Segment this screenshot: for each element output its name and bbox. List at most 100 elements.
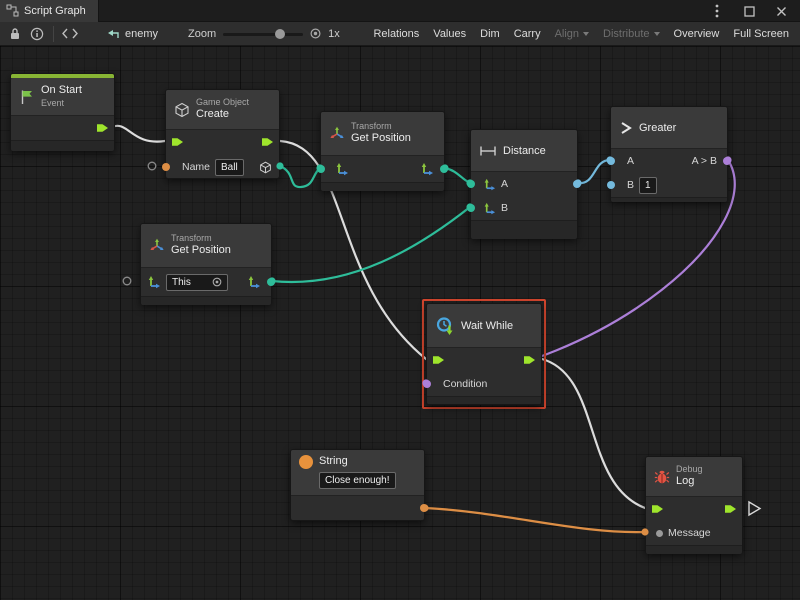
distance-a-port[interactable] <box>467 180 475 188</box>
port-label: A <box>501 178 508 190</box>
fullscreen-button[interactable]: Full Screen <box>726 22 796 46</box>
axis-icon <box>420 162 434 176</box>
flow-out-port[interactable] <box>724 504 737 515</box>
target-value: This <box>172 276 191 289</box>
name-input-port[interactable] <box>162 163 170 171</box>
node-title: Distance <box>503 145 546 157</box>
node-get-position-ball[interactable]: Transform Get Position <box>320 111 445 191</box>
node-title: Get Position <box>171 244 231 258</box>
script-graph-icon <box>6 4 19 17</box>
target-field[interactable]: This <box>166 274 228 291</box>
position-output-port[interactable] <box>440 165 448 173</box>
zoom-value: 1x <box>328 28 340 40</box>
node-category: Transform <box>171 233 231 244</box>
transform-icon <box>329 126 345 142</box>
result-label: A > B <box>692 155 717 167</box>
graph-breadcrumb[interactable]: enemy <box>107 28 158 40</box>
toolbar-separator <box>53 26 54 42</box>
align-button[interactable]: Align <box>548 22 596 46</box>
wire-create-to-getposition <box>280 166 320 187</box>
b-value-field[interactable]: 1 <box>639 177 657 194</box>
node-wait-while[interactable]: Wait While Condition <box>426 303 542 405</box>
node-category: Game Object <box>196 97 249 108</box>
position-output-port[interactable] <box>267 278 275 286</box>
node-greater[interactable]: Greater A A > B B 1 <box>610 106 728 202</box>
string-output-port[interactable] <box>420 504 428 512</box>
node-title: Log <box>676 475 703 489</box>
window-titlebar: Script Graph <box>0 0 800 22</box>
flow-out-port[interactable] <box>261 137 274 148</box>
wire-string-to-message <box>425 508 645 532</box>
dim-button[interactable]: Dim <box>473 22 507 46</box>
window-menu-icon[interactable] <box>706 0 728 22</box>
close-icon[interactable] <box>770 0 792 22</box>
carry-button[interactable]: Carry <box>507 22 548 46</box>
node-title: String <box>319 455 396 469</box>
node-footer <box>11 140 114 151</box>
condition-input-port[interactable] <box>423 380 431 388</box>
greater-b-port[interactable] <box>607 181 615 189</box>
name-value-field[interactable]: Ball <box>215 159 244 176</box>
overview-button[interactable]: Overview <box>667 22 727 46</box>
maximize-icon[interactable] <box>738 0 760 22</box>
zoom-slider-handle[interactable] <box>275 29 285 39</box>
lock-icon[interactable] <box>4 23 26 45</box>
object-picker-icon[interactable] <box>212 277 222 287</box>
node-subtitle: Event <box>41 98 82 109</box>
unconnected-port-indicator <box>123 277 131 285</box>
greater-output-port[interactable] <box>723 157 731 165</box>
flow-in-port[interactable] <box>171 137 184 148</box>
node-create-gameobject[interactable]: Game Object Create Name Ball <box>165 89 280 179</box>
node-on-start-event[interactable]: On Start Event <box>10 73 115 151</box>
node-category: Transform <box>351 121 411 132</box>
distance-output-port[interactable] <box>573 180 581 188</box>
tab-script-graph[interactable]: Script Graph <box>0 0 99 22</box>
zoom-slider[interactable] <box>223 28 303 40</box>
node-string-literal[interactable]: String Close enough! <box>290 449 425 521</box>
node-category: Debug <box>676 464 703 475</box>
node-debug-log[interactable]: Debug Log Message <box>645 456 743 554</box>
string-value-field[interactable]: Close enough! <box>319 472 396 489</box>
chevron-down-icon <box>654 32 660 36</box>
axis-icon <box>147 275 161 289</box>
zoom-slider-track <box>223 33 303 36</box>
code-icon[interactable] <box>59 23 81 45</box>
port-label: B <box>627 179 634 191</box>
port-label: A <box>627 155 634 167</box>
flow-out-port[interactable] <box>523 355 536 366</box>
values-button[interactable]: Values <box>426 22 473 46</box>
bug-icon <box>654 469 670 485</box>
node-distance[interactable]: Distance A B <box>470 129 578 239</box>
flow-in-port[interactable] <box>651 504 664 515</box>
port-label: Message <box>668 527 711 539</box>
unconnected-port-indicator <box>148 162 156 170</box>
relations-button[interactable]: Relations <box>366 22 426 46</box>
wire-wait-to-log <box>542 359 645 508</box>
flag-icon <box>19 89 35 105</box>
node-title: On Start <box>41 84 82 98</box>
message-input-port[interactable] <box>656 530 663 537</box>
node-footer <box>427 396 541 404</box>
flow-in-port[interactable] <box>432 355 445 366</box>
node-footer <box>471 220 577 239</box>
axis-icon <box>483 202 496 215</box>
distribute-button[interactable]: Distribute <box>596 22 666 46</box>
node-get-position-this[interactable]: Transform Get Position This <box>140 223 272 305</box>
greater-a-port[interactable] <box>607 157 615 165</box>
wire-getposition-to-distance-b <box>272 207 470 282</box>
info-icon[interactable] <box>26 23 48 45</box>
distance-b-port[interactable] <box>467 204 475 212</box>
chevron-down-icon <box>583 32 589 36</box>
graph-canvas[interactable]: On Start Event Game Object Create <box>0 46 800 600</box>
distance-icon <box>479 145 497 157</box>
flow-out-port[interactable] <box>96 123 109 134</box>
port-label: Condition <box>443 378 487 390</box>
gameobject-output-port[interactable] <box>259 161 272 174</box>
node-title: Wait While <box>461 320 513 332</box>
node-title: Greater <box>639 122 676 134</box>
zoom-reset-icon[interactable] <box>310 28 321 39</box>
axis-icon <box>247 275 261 289</box>
wire-start-to-create <box>112 126 165 142</box>
tab-title: Script Graph <box>24 5 86 17</box>
transform-input-port[interactable] <box>317 165 325 173</box>
